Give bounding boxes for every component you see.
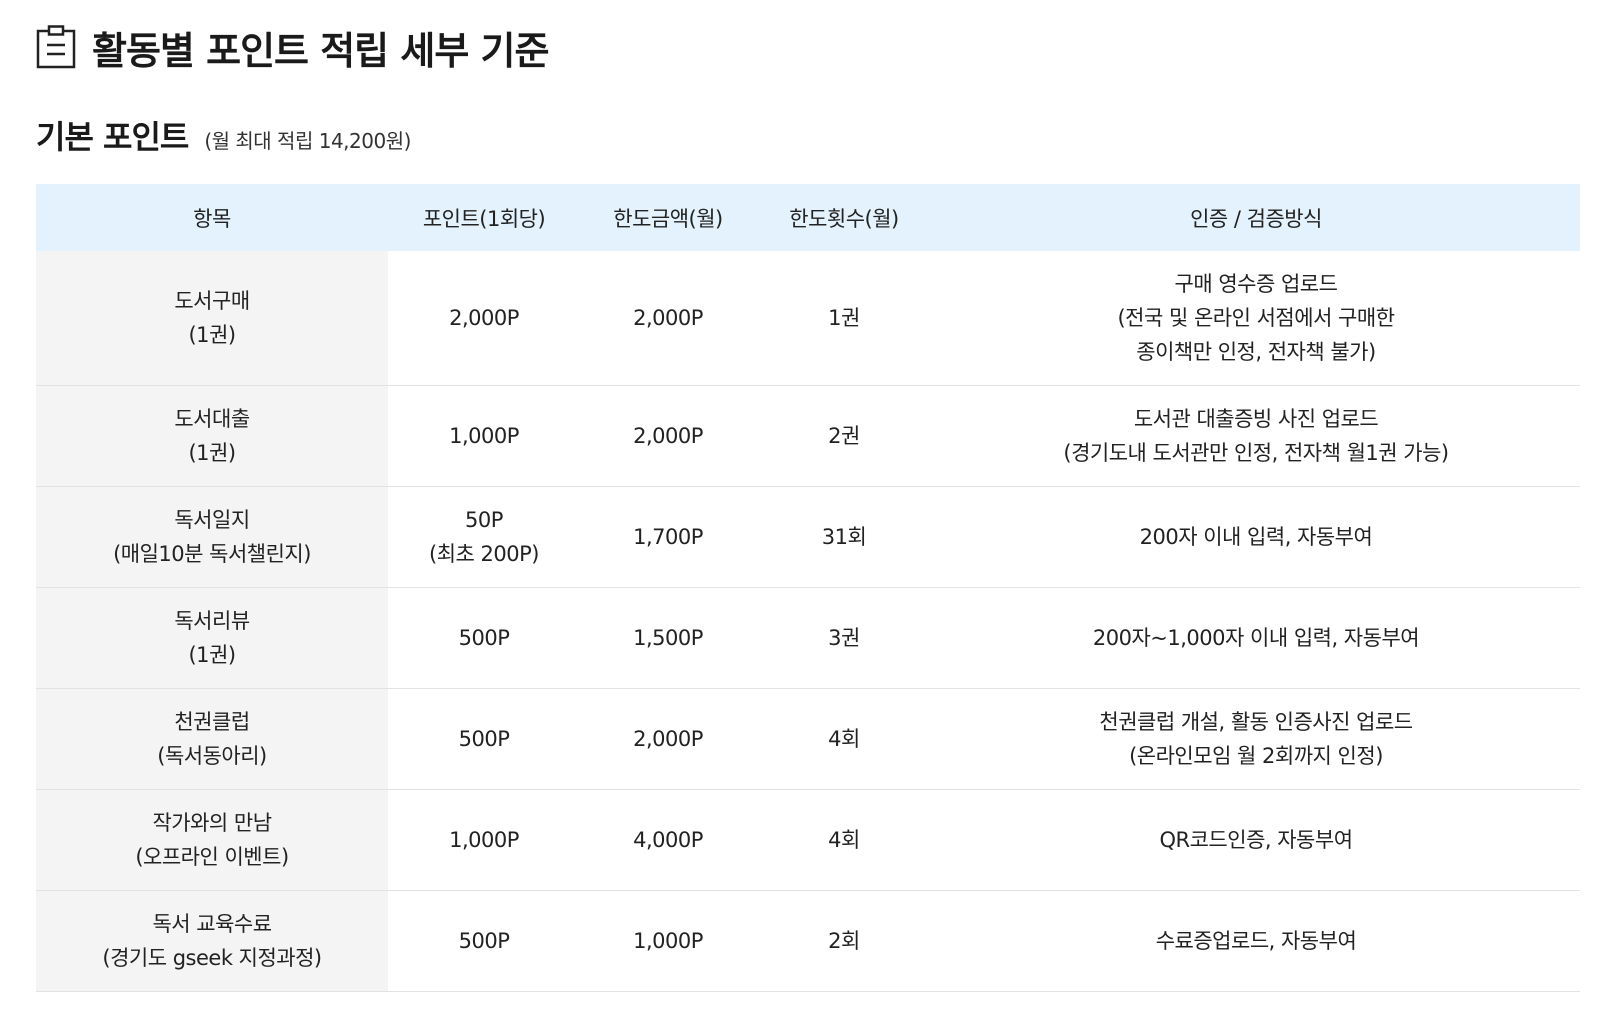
page-header: 활동별 포인트 적립 세부 기준 (36, 22, 549, 73)
column-header-points: 포인트(1회당) (388, 184, 580, 251)
verification-cell: 천권클럽 개설, 활동 인증사진 업로드 (온라인모임 월 2회까지 인정) (932, 688, 1580, 790)
limit-amount-cell: 1,000P (580, 890, 756, 992)
verification-line: 천권클럽 개설, 활동 인증사진 업로드 (1099, 710, 1413, 734)
section-header: 기본 포인트 (월 최대 적립 14,200원) (36, 112, 411, 160)
table-row: 독서리뷰 (1권) 500P 1,500P 3권 200자~1,000자 이내 … (36, 587, 1580, 689)
limit-amount-cell: 1,700P (580, 486, 756, 588)
points-value: 500P (458, 929, 510, 953)
table-row: 독서 교육수료 (경기도 gseek 지정과정) 500P 1,000P 2회 … (36, 890, 1580, 992)
limit-amount-cell: 2,000P (580, 251, 756, 386)
limit-amount-cell: 2,000P (580, 688, 756, 790)
item-detail: (1권) (188, 441, 236, 465)
verification-cell: QR코드인증, 자동부여 (932, 789, 1580, 891)
item-detail: (1권) (188, 323, 236, 347)
section-note: (월 최대 적립 14,200원) (204, 129, 411, 153)
table-row: 천권클럽 (독서동아리) 500P 2,000P 4회 천권클럽 개설, 활동 … (36, 688, 1580, 790)
table-row: 도서대출 (1권) 1,000P 2,000P 2권 도서관 대출증빙 사진 업… (36, 385, 1580, 487)
item-cell: 독서일지 (매일10분 독서챌린지) (36, 486, 388, 588)
column-header-verification: 인증 / 검증방식 (932, 184, 1580, 251)
limit-count-cell: 2회 (756, 890, 932, 992)
item-cell: 독서 교육수료 (경기도 gseek 지정과정) (36, 890, 388, 992)
item-cell: 독서리뷰 (1권) (36, 587, 388, 689)
points-value: 500P (458, 727, 510, 751)
limit-count-cell: 4회 (756, 789, 932, 891)
verification-line: 200자 이내 입력, 자동부여 (1139, 525, 1373, 549)
column-header-limit-amount: 한도금액(월) (580, 184, 756, 251)
verification-line: 도서관 대출증빙 사진 업로드 (1133, 407, 1379, 431)
limit-amount-cell: 2,000P (580, 385, 756, 487)
limit-count-cell: 4회 (756, 688, 932, 790)
limit-count-cell: 31회 (756, 486, 932, 588)
table-row: 도서구매 (1권) 2,000P 2,000P 1권 구매 영수증 업로드 (전… (36, 251, 1580, 386)
item-cell: 도서대출 (1권) (36, 385, 388, 487)
verification-line: QR코드인증, 자동부여 (1159, 828, 1353, 852)
points-note: (최초 200P) (429, 542, 539, 566)
table-body: 도서구매 (1권) 2,000P 2,000P 1권 구매 영수증 업로드 (전… (36, 251, 1580, 992)
points-cell: 2,000P (388, 251, 580, 386)
table-header-row: 항목 포인트(1회당) 한도금액(월) 한도횟수(월) 인증 / 검증방식 (36, 184, 1580, 251)
item-detail: (경기도 gseek 지정과정) (102, 946, 322, 970)
points-cell: 1,000P (388, 385, 580, 487)
column-header-limit-count: 한도횟수(월) (756, 184, 932, 251)
table-row: 작가와의 만남 (오프라인 이벤트) 1,000P 4,000P 4회 QR코드… (36, 789, 1580, 891)
verification-line: (온라인모임 월 2회까지 인정) (1129, 744, 1383, 768)
verification-cell: 200자 이내 입력, 자동부여 (932, 486, 1580, 588)
verification-line: 구매 영수증 업로드 (1174, 272, 1338, 296)
item-name: 도서구매 (174, 289, 250, 313)
section-title: 기본 포인트 (36, 118, 189, 156)
item-detail: (독서동아리) (157, 744, 267, 768)
limit-count-cell: 1권 (756, 251, 932, 386)
item-cell: 작가와의 만남 (오프라인 이벤트) (36, 789, 388, 891)
points-cell: 500P (388, 587, 580, 689)
points-table: 항목 포인트(1회당) 한도금액(월) 한도횟수(월) 인증 / 검증방식 도서… (36, 184, 1580, 992)
page-title: 활동별 포인트 적립 세부 기준 (92, 28, 549, 73)
item-cell: 도서구매 (1권) (36, 251, 388, 386)
table-header: 항목 포인트(1회당) 한도금액(월) 한도횟수(월) 인증 / 검증방식 (36, 184, 1580, 251)
verification-line: 200자~1,000자 이내 입력, 자동부여 (1092, 626, 1420, 650)
item-name: 독서리뷰 (174, 609, 250, 633)
points-value: 2,000P (449, 306, 519, 330)
item-detail: (오프라인 이벤트) (135, 845, 289, 869)
item-cell: 천권클럽 (독서동아리) (36, 688, 388, 790)
verification-line: 수료증업로드, 자동부여 (1155, 929, 1357, 953)
item-name: 천권클럽 (174, 710, 250, 734)
column-header-item: 항목 (36, 184, 388, 251)
points-value: 1,000P (449, 424, 519, 448)
item-name: 독서일지 (174, 508, 250, 532)
verification-line: (경기도내 도서관만 인정, 전자책 월1권 가능) (1063, 441, 1449, 465)
table-row: 독서일지 (매일10분 독서챌린지) 50P (최초 200P) 1,700P … (36, 486, 1580, 588)
item-name: 도서대출 (174, 407, 250, 431)
item-name: 독서 교육수료 (152, 912, 272, 936)
item-detail: (매일10분 독서챌린지) (113, 542, 311, 566)
verification-line: (전국 및 온라인 서점에서 구매한 (1117, 306, 1395, 330)
points-cell: 500P (388, 890, 580, 992)
clipboard-icon (36, 25, 76, 69)
verification-cell: 구매 영수증 업로드 (전국 및 온라인 서점에서 구매한 종이책만 인정, 전… (932, 251, 1580, 386)
limit-count-cell: 3권 (756, 587, 932, 689)
points-value: 500P (458, 626, 510, 650)
points-value: 1,000P (449, 828, 519, 852)
limit-amount-cell: 4,000P (580, 789, 756, 891)
points-cell: 500P (388, 688, 580, 790)
verification-line: 종이책만 인정, 전자책 불가) (1136, 340, 1376, 364)
item-detail: (1권) (188, 643, 236, 667)
item-name: 작가와의 만남 (152, 811, 272, 835)
verification-cell: 도서관 대출증빙 사진 업로드 (경기도내 도서관만 인정, 전자책 월1권 가… (932, 385, 1580, 487)
verification-cell: 200자~1,000자 이내 입력, 자동부여 (932, 587, 1580, 689)
limit-amount-cell: 1,500P (580, 587, 756, 689)
points-cell: 50P (최초 200P) (388, 486, 580, 588)
verification-cell: 수료증업로드, 자동부여 (932, 890, 1580, 992)
points-value: 50P (465, 508, 503, 532)
limit-count-cell: 2권 (756, 385, 932, 487)
points-cell: 1,000P (388, 789, 580, 891)
